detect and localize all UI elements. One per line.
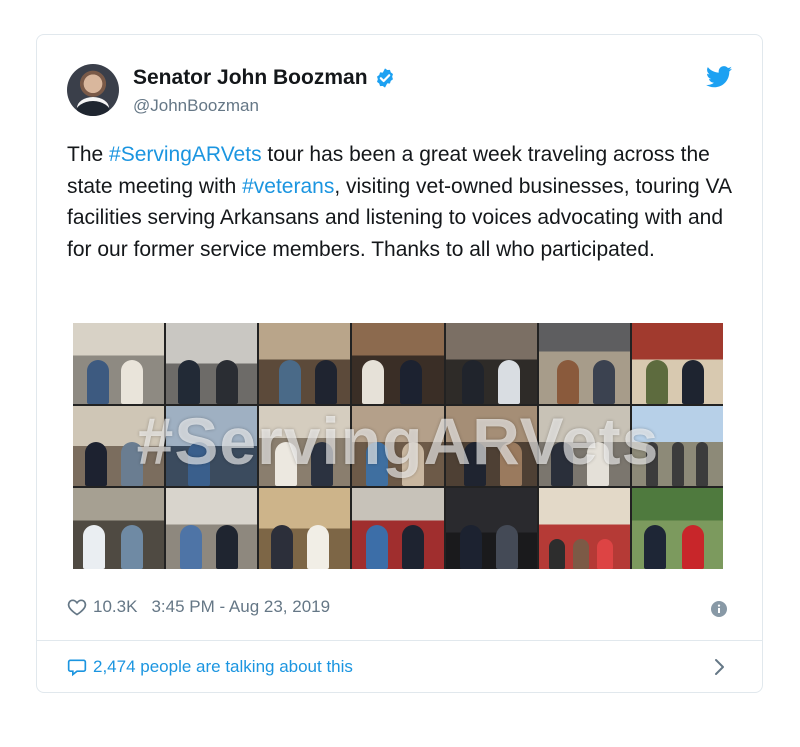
timestamp[interactable]: 3:45 PM - Aug 23, 2019 <box>151 597 330 617</box>
text-part: The <box>67 143 110 166</box>
photo <box>538 488 630 569</box>
twitter-bird-icon[interactable] <box>706 66 732 88</box>
photo <box>166 323 258 404</box>
photo <box>631 488 723 569</box>
tweet-meta: 10.3K 3:45 PM - Aug 23, 2019 <box>67 597 330 617</box>
collage-overlay-text: #ServingARVets <box>136 404 660 478</box>
tweet-text: The #ServingARVets tour has been a great… <box>67 139 747 265</box>
conversation-link[interactable]: 2,474 people are talking about this <box>67 657 353 677</box>
photo <box>538 323 630 404</box>
info-icon[interactable] <box>711 601 727 617</box>
author-avatar[interactable] <box>67 64 119 116</box>
author-name-row: Senator John Boozman <box>133 66 396 90</box>
photo <box>445 323 537 404</box>
author-name[interactable]: Senator John Boozman <box>133 66 368 90</box>
like-count[interactable]: 10.3K <box>93 597 137 617</box>
photo-collage[interactable]: #ServingARVets <box>73 323 723 569</box>
talking-text[interactable]: 2,474 people are talking about this <box>93 657 353 677</box>
speech-bubble-icon <box>67 659 87 677</box>
photo <box>259 488 351 569</box>
hashtag-veterans[interactable]: #veterans <box>242 175 334 198</box>
photo <box>73 323 165 404</box>
verified-badge-icon <box>376 68 393 88</box>
photo <box>445 488 537 569</box>
photo <box>352 488 444 569</box>
photo <box>631 323 723 404</box>
photo <box>352 323 444 404</box>
photo <box>73 488 165 569</box>
photo <box>166 488 258 569</box>
author-handle[interactable]: @JohnBoozman <box>133 96 259 116</box>
divider <box>37 640 762 641</box>
hashtag-servingarvets[interactable]: #ServingARVets <box>109 143 262 166</box>
heart-icon[interactable] <box>67 597 87 617</box>
chevron-right-icon[interactable] <box>713 657 727 677</box>
tweet-card: Senator John Boozman @JohnBoozman The #S… <box>36 34 763 693</box>
photo <box>259 323 351 404</box>
